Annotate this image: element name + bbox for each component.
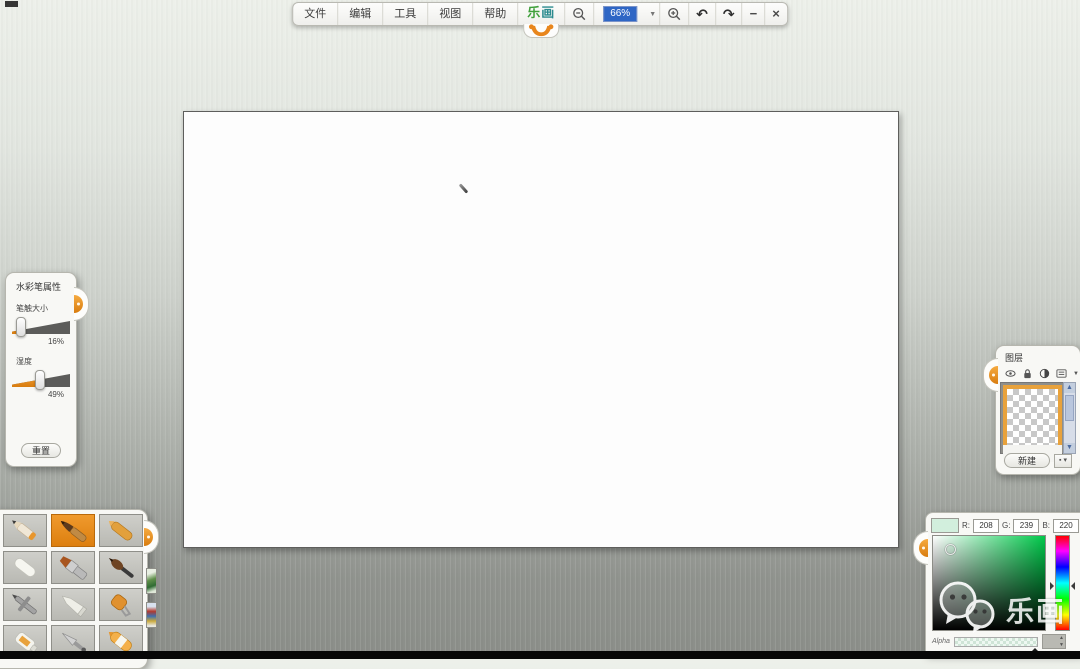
wetness-slider[interactable] <box>12 371 70 387</box>
zoom-dropdown-caret-icon[interactable]: ▼ <box>646 3 660 25</box>
crayon-icon <box>101 516 141 545</box>
brush-size-slider[interactable] <box>12 318 70 334</box>
layer-opacity-icon[interactable] <box>1039 368 1050 379</box>
scrollbar-thumb[interactable] <box>1065 395 1074 421</box>
brush-panel-collapse-handle[interactable] <box>74 287 89 321</box>
minimize-icon: − <box>750 4 758 24</box>
zoom-out-button[interactable] <box>565 3 594 25</box>
layer-list-scrollbar[interactable]: ▲ ▼ <box>1063 382 1076 454</box>
alpha-label: Alpha <box>932 638 950 645</box>
brush-size-slider-handle[interactable] <box>16 317 26 337</box>
new-layer-button[interactable]: 新建 <box>1004 453 1050 468</box>
hue-slider[interactable] <box>1055 535 1070 631</box>
redo-icon: ↷ <box>723 4 735 24</box>
letterbox-bar <box>0 651 1080 659</box>
drawing-canvas[interactable] <box>183 111 899 548</box>
close-button[interactable]: × <box>765 3 787 25</box>
tool-crayon[interactable] <box>99 514 143 547</box>
tool-airbrush[interactable] <box>3 588 47 621</box>
logo-char-1: 乐 <box>527 5 541 20</box>
red-label: R: <box>962 521 970 530</box>
minimize-button[interactable]: − <box>743 3 766 25</box>
logo-tab <box>523 24 559 38</box>
layer-lock-icon[interactable] <box>1022 368 1033 379</box>
logo-char-2: 画 <box>541 5 555 20</box>
airbrush-icon <box>5 590 45 619</box>
color-picker-panel: R: 208 G: 239 B: 220 Alpha ▲▼ <box>925 512 1080 654</box>
tool-roller[interactable] <box>99 588 143 621</box>
red-value-field[interactable]: 208 <box>973 519 999 533</box>
tool-paint-tube[interactable] <box>51 588 95 621</box>
tool-chalk[interactable] <box>3 551 47 584</box>
saturation-value-field[interactable] <box>932 535 1046 631</box>
tool-colored-pencil[interactable] <box>3 514 47 547</box>
texture-stamp-button-1[interactable] <box>146 568 157 594</box>
logo-smiley-icon <box>527 24 555 37</box>
layer-visibility-icon[interactable] <box>1005 368 1016 379</box>
zoom-in-button[interactable] <box>660 3 689 25</box>
layer-options-button[interactable]: ▪ ▾ <box>1054 454 1072 468</box>
menu-tools[interactable]: 工具 <box>383 3 428 25</box>
scroll-down-icon[interactable]: ▼ <box>1064 443 1075 453</box>
layers-panel: 图层 ▼ ▲ ▼ 新建 ▪ ▾ <box>995 345 1080 475</box>
alpha-stepper[interactable]: ▲▼ <box>1042 634 1066 649</box>
zoom-in-icon <box>667 7 681 21</box>
wetness-slider-handle[interactable] <box>35 370 45 390</box>
paint-tube-icon <box>53 590 93 619</box>
green-label: G: <box>1002 521 1010 530</box>
layers-panel-title: 图层 <box>996 346 1080 364</box>
main-toolbar: 文件 编辑 工具 视图 帮助 乐画 66% ▼ <box>292 2 788 26</box>
menu-edit[interactable]: 编辑 <box>338 3 383 25</box>
wetness-label: 湿度 <box>6 346 76 369</box>
ink-brush-icon <box>101 553 141 582</box>
scroll-up-icon[interactable]: ▲ <box>1064 383 1075 393</box>
hue-marker-right-icon[interactable] <box>1067 582 1075 590</box>
hue-marker-left-icon[interactable] <box>1050 582 1058 590</box>
brush-cursor-icon <box>459 183 469 193</box>
zoom-level-value[interactable]: 66% <box>603 6 637 22</box>
layers-panel-collapse-handle[interactable] <box>983 358 998 392</box>
brush-properties-panel: 水彩笔属性 笔触大小 16% 湿度 49% 重置 <box>5 272 77 467</box>
undo-button[interactable]: ↶ <box>689 3 716 25</box>
tool-ink-brush[interactable] <box>99 551 143 584</box>
zoom-out-icon <box>572 7 586 21</box>
tool-watercolor-brush[interactable] <box>51 514 95 547</box>
watercolor-brush-icon <box>53 516 93 545</box>
menu-help[interactable]: 帮助 <box>473 3 518 25</box>
menu-file[interactable]: 文件 <box>293 3 338 25</box>
screen-artifact <box>5 1 18 7</box>
tool-palette-collapse-handle[interactable] <box>144 520 159 554</box>
reset-button[interactable]: 重置 <box>21 443 61 458</box>
tool-palette <box>0 509 148 669</box>
texture-stamp-button-2[interactable] <box>146 602 157 628</box>
alpha-slider[interactable] <box>954 637 1038 647</box>
blue-label: B: <box>1042 521 1050 530</box>
current-color-swatch <box>931 518 959 533</box>
layer-list <box>1000 382 1065 454</box>
zoom-level-field[interactable]: 66% <box>594 3 646 25</box>
brush-panel-title: 水彩笔属性 <box>6 273 76 293</box>
blue-value-field[interactable]: 220 <box>1053 519 1079 533</box>
green-value-field[interactable]: 239 <box>1013 519 1039 533</box>
roller-icon <box>101 590 141 619</box>
chalk-icon <box>5 553 45 582</box>
tool-flat-brush[interactable] <box>51 551 95 584</box>
color-panel-collapse-handle[interactable] <box>913 531 928 565</box>
app-logo: 乐画 <box>518 3 565 25</box>
flat-brush-icon <box>53 553 93 582</box>
close-icon: × <box>772 4 780 24</box>
menu-view[interactable]: 视图 <box>428 3 473 25</box>
layer-menu-caret-icon[interactable]: ▼ <box>1073 371 1079 377</box>
layer-thumbnail-selected[interactable] <box>1003 385 1062 451</box>
color-picker-cursor[interactable] <box>945 544 956 555</box>
layer-menu-icon[interactable] <box>1056 368 1067 379</box>
colored-pencil-icon <box>5 516 45 545</box>
brush-size-label: 笔触大小 <box>6 293 76 316</box>
undo-icon: ↶ <box>696 4 708 24</box>
redo-button[interactable]: ↷ <box>716 3 743 25</box>
